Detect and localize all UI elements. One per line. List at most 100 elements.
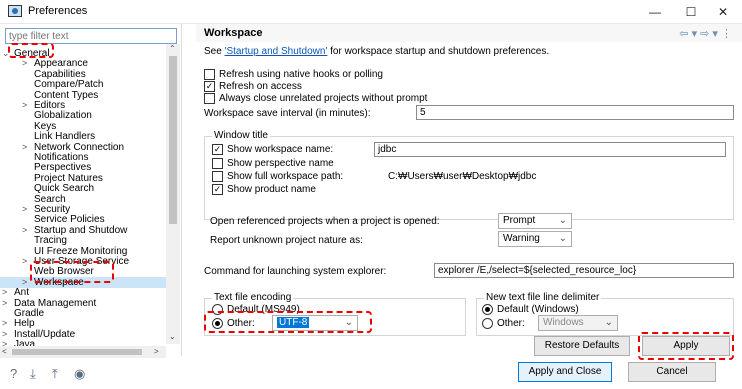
tree-item[interactable]: > Network Connection bbox=[0, 142, 166, 153]
tree-item[interactable]: Gradle bbox=[0, 308, 166, 319]
refresh-native-checkbox[interactable] bbox=[204, 69, 215, 80]
tree-scroll-thumb[interactable] bbox=[169, 56, 177, 224]
tree-item-label: Keys bbox=[34, 120, 57, 132]
dialog-footer: ? ⤓ ⤒ ◉ Apply and Close Cancel bbox=[0, 356, 742, 389]
always-close-checkbox[interactable] bbox=[204, 93, 215, 104]
tree-item[interactable]: Perspectives bbox=[0, 162, 166, 173]
tree-item[interactable]: Tracing bbox=[0, 235, 166, 246]
tree-item[interactable]: Quick Search bbox=[0, 183, 166, 194]
navigation-arrows-icon[interactable]: ⇦ ▾ ⇨ ▾ ⋮ bbox=[679, 27, 732, 40]
tree-item-label: Appearance bbox=[34, 58, 88, 70]
expand-right-icon[interactable]: > bbox=[22, 204, 32, 215]
tree-item-label: Startup and Shutdow bbox=[34, 224, 128, 236]
show-workspace-name-checkbox[interactable]: ✓ bbox=[212, 144, 223, 155]
expand-right-icon[interactable]: > bbox=[2, 287, 12, 298]
intro-suffix: for workspace startup and shutdown prefe… bbox=[327, 46, 550, 57]
tree-item[interactable]: > Startup and Shutdow bbox=[0, 225, 166, 236]
tree-item[interactable]: Search bbox=[0, 194, 166, 205]
filter-input[interactable] bbox=[5, 28, 177, 44]
tree-item-label: Capabilities bbox=[34, 68, 86, 80]
delimiter-default-radio[interactable] bbox=[482, 304, 493, 315]
scroll-left-icon[interactable]: < bbox=[2, 347, 7, 356]
save-interval-label: Workspace save interval (in minutes): bbox=[204, 108, 371, 119]
export-icon[interactable]: ⤒ bbox=[52, 366, 58, 382]
tree-item-label: Ant bbox=[14, 287, 30, 299]
show-full-path-label: Show full workspace path: bbox=[227, 171, 344, 182]
cancel-button[interactable]: Cancel bbox=[628, 362, 716, 382]
encoding-highlight bbox=[204, 311, 372, 333]
tree-item-label: Compare/Patch bbox=[34, 79, 104, 91]
show-perspective-name-label: Show perspective name bbox=[227, 158, 334, 169]
tree-item[interactable]: Capabilities bbox=[0, 69, 166, 80]
tree-item-label: Network Connection bbox=[34, 141, 125, 153]
expand-right-icon[interactable]: > bbox=[2, 329, 12, 340]
minimize-button[interactable]: — bbox=[640, 2, 670, 22]
preferences-tree-pane: ⌄General>AppearanceCapabilitiesCompare/P… bbox=[0, 24, 182, 358]
show-workspace-name-label: Show workspace name: bbox=[227, 144, 334, 155]
workspace-name-input[interactable]: jdbc bbox=[374, 142, 726, 157]
expand-right-icon[interactable]: > bbox=[22, 58, 32, 69]
line-delimiter-group-label: New text file line delimiter bbox=[484, 292, 602, 303]
import-icon[interactable]: ⤓ bbox=[30, 366, 36, 382]
expand-right-icon[interactable]: > bbox=[22, 142, 32, 153]
title-bar: Preferences — ☐ ✕ bbox=[0, 0, 742, 24]
tree-vertical-scrollbar[interactable]: ⌃ ⌄ bbox=[166, 44, 180, 344]
tree-item[interactable]: Keys bbox=[0, 121, 166, 132]
show-product-name-checkbox[interactable]: ✓ bbox=[212, 184, 223, 195]
tree-item[interactable]: > Security bbox=[0, 204, 166, 215]
tree-item[interactable]: > Editors bbox=[0, 100, 166, 111]
tree-item[interactable]: Link Handlers bbox=[0, 131, 166, 142]
tree-item[interactable]: > Install/Update bbox=[0, 329, 166, 340]
apply-and-close-button[interactable]: Apply and Close bbox=[518, 362, 612, 382]
tree-hscroll-thumb[interactable] bbox=[12, 349, 142, 355]
intro-prefix: See bbox=[204, 46, 225, 57]
chevron-down-icon: ⌄ bbox=[558, 233, 567, 244]
close-button[interactable]: ✕ bbox=[708, 2, 738, 22]
refresh-access-label: Refresh on access bbox=[219, 81, 302, 92]
workspace-page: Workspace ⇦ ▾ ⇨ ▾ ⋮ See 'Startup and Shu… bbox=[196, 24, 742, 360]
show-product-name-label: Show product name bbox=[227, 184, 316, 195]
tree-item[interactable]: Notifications bbox=[0, 152, 166, 163]
tree-item[interactable]: UI Freeze Monitoring bbox=[0, 246, 166, 257]
open-referenced-label: Open referenced projects when a project … bbox=[210, 216, 440, 227]
help-icon[interactable]: ? bbox=[10, 366, 17, 381]
scroll-up-icon[interactable]: ⌃ bbox=[169, 44, 176, 53]
general-highlight bbox=[8, 43, 54, 58]
delimiter-other-combo[interactable]: Windows ⌄ bbox=[538, 315, 618, 331]
expand-right-icon[interactable]: > bbox=[22, 100, 32, 111]
chevron-down-icon: ⌄ bbox=[604, 317, 613, 328]
open-referenced-combo[interactable]: Prompt ⌄ bbox=[498, 213, 572, 229]
record-icon[interactable]: ◉ bbox=[74, 366, 85, 382]
expand-right-icon[interactable]: > bbox=[2, 298, 12, 309]
tree-item[interactable]: Content Types bbox=[0, 90, 166, 101]
report-unknown-combo[interactable]: Warning ⌄ bbox=[498, 231, 572, 247]
show-full-path-checkbox[interactable] bbox=[212, 171, 223, 182]
tree-item[interactable]: > Ant bbox=[0, 287, 166, 298]
show-perspective-name-checkbox[interactable] bbox=[212, 158, 223, 169]
tree-item[interactable]: Service Policies bbox=[0, 214, 166, 225]
tree-item-label: Service Policies bbox=[34, 214, 105, 226]
window-title-group-label: Window title bbox=[212, 130, 270, 141]
restore-defaults-button[interactable]: Restore Defaults bbox=[534, 336, 630, 356]
tree-item-label: Install/Update bbox=[14, 328, 76, 340]
startup-shutdown-link[interactable]: 'Startup and Shutdown' bbox=[225, 46, 328, 57]
tree-item[interactable]: > Help bbox=[0, 318, 166, 329]
tree-item[interactable]: Project Natures bbox=[0, 173, 166, 184]
maximize-button[interactable]: ☐ bbox=[676, 2, 706, 22]
explorer-command-input[interactable]: explorer /E,/select=${selected_resource_… bbox=[434, 263, 734, 278]
expand-right-icon[interactable]: > bbox=[22, 225, 32, 236]
scroll-right-icon[interactable]: > bbox=[154, 347, 159, 356]
refresh-access-checkbox[interactable]: ✓ bbox=[204, 81, 215, 92]
tree-item[interactable]: > Data Management bbox=[0, 298, 166, 309]
scroll-down-icon[interactable]: ⌄ bbox=[169, 332, 176, 341]
explorer-label: Command for launching system explorer: bbox=[204, 266, 387, 277]
tree-item[interactable]: Compare/Patch bbox=[0, 79, 166, 90]
preferences-tree: ⌄ General > Appearance Capabilities Compare/P… bbox=[0, 48, 166, 348]
open-referenced-value: Prompt bbox=[503, 215, 536, 226]
expand-right-icon[interactable]: > bbox=[2, 318, 12, 329]
save-interval-input[interactable]: 5 bbox=[416, 105, 734, 120]
tree-item[interactable]: > Appearance bbox=[0, 58, 166, 69]
delimiter-other-radio[interactable] bbox=[482, 318, 493, 329]
tree-item[interactable]: Globalization bbox=[0, 110, 166, 121]
tree-item-label: Quick Search bbox=[34, 183, 95, 195]
